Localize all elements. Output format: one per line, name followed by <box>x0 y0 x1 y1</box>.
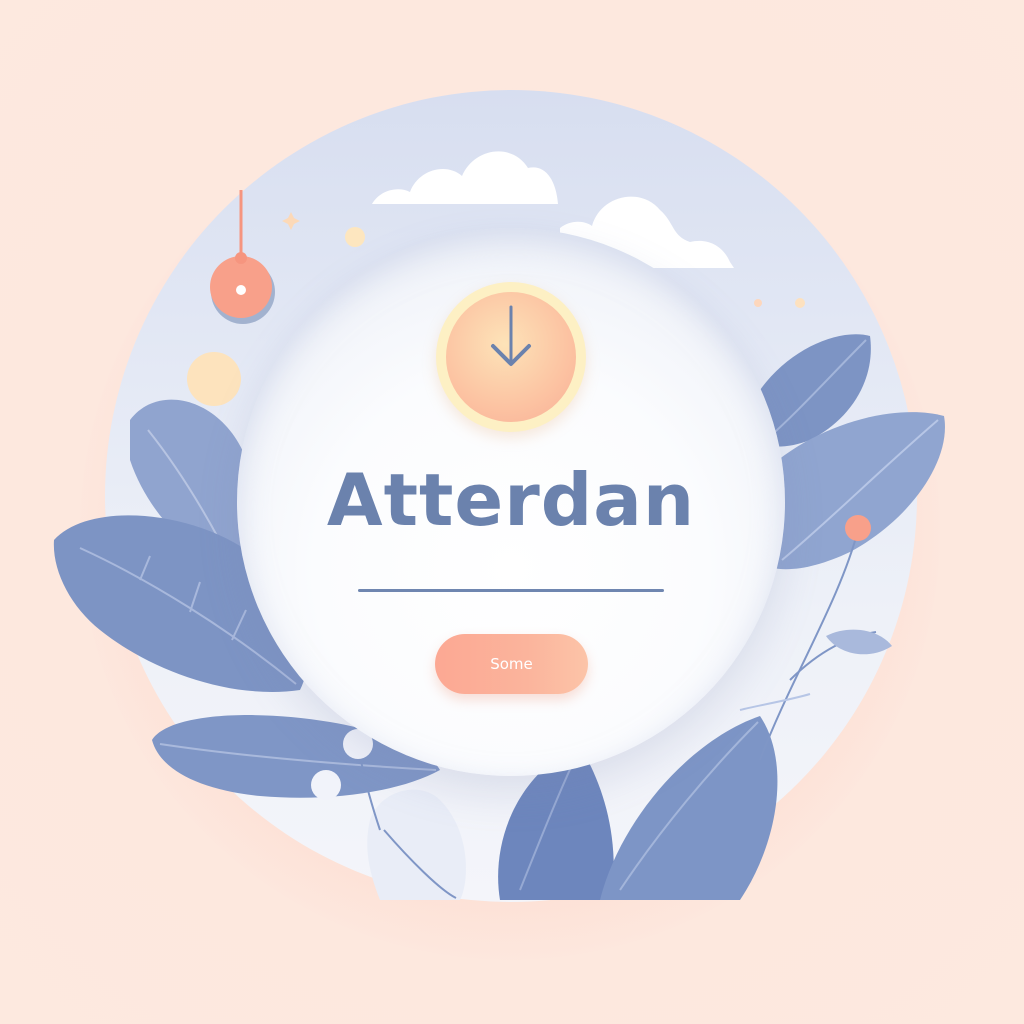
divider-line <box>358 589 664 592</box>
cloud-icon <box>372 151 558 204</box>
sun-dot <box>187 352 241 406</box>
down-arrow-icon <box>491 305 531 366</box>
clock-icon <box>436 282 586 432</box>
pendant-icon <box>210 190 275 324</box>
stage: Atterdan Some <box>0 0 1024 1024</box>
some-button[interactable]: Some <box>435 634 588 694</box>
page-title: Atterdan <box>326 458 696 542</box>
leaf-icon <box>367 789 466 900</box>
